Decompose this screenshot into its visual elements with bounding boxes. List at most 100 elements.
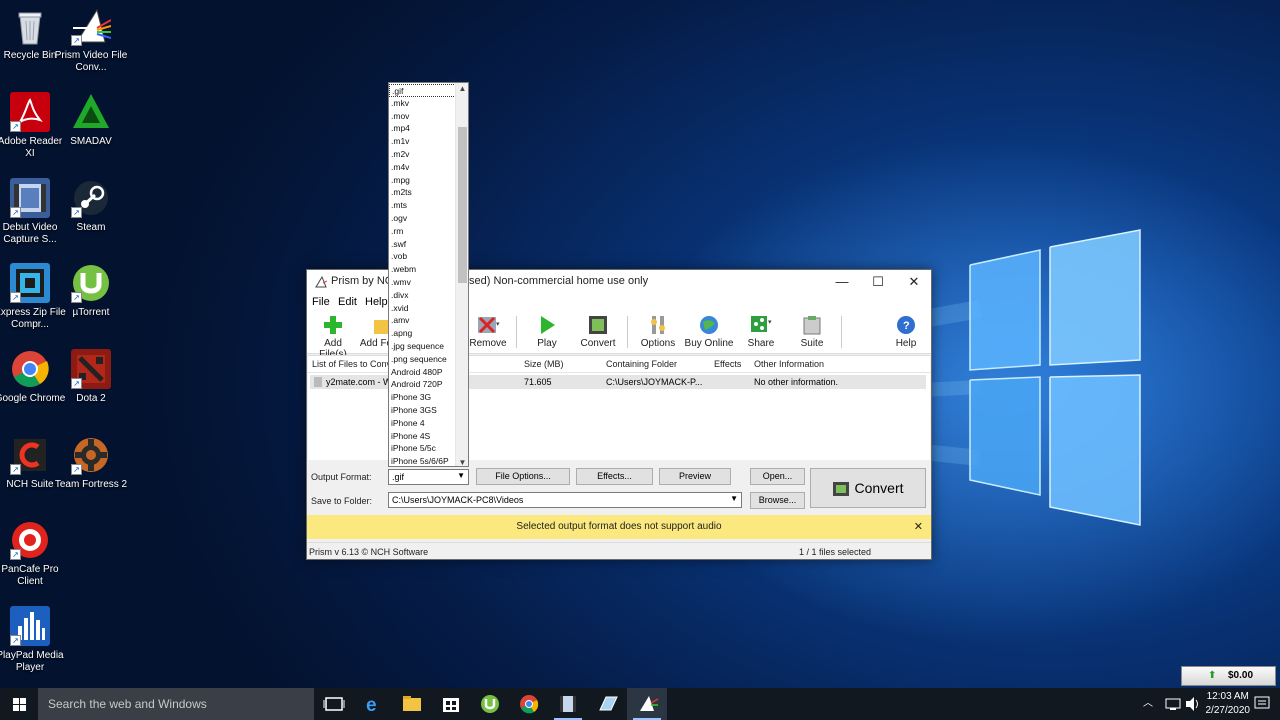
- dropdown-option[interactable]: iPhone 3GS: [391, 404, 437, 417]
- column-header-info[interactable]: Other Information: [754, 359, 824, 369]
- menu-help[interactable]: Help: [365, 296, 388, 308]
- dropdown-option[interactable]: .rm: [391, 225, 403, 238]
- arrow-up-icon: ⬆: [1208, 670, 1217, 681]
- output-format-select[interactable]: .gif ▼: [388, 469, 469, 485]
- open-button[interactable]: Open...: [750, 468, 805, 485]
- column-header-size[interactable]: Size (MB): [524, 359, 564, 369]
- action-center-tray[interactable]: [1250, 688, 1274, 720]
- dropdown-option[interactable]: iPhone 3G: [391, 391, 431, 404]
- dropdown-option[interactable]: .m2v: [391, 148, 409, 161]
- dropdown-option[interactable]: .wmv: [391, 276, 411, 289]
- options-label: Options: [640, 338, 676, 349]
- column-header-folder[interactable]: Containing Folder: [606, 359, 677, 369]
- close-button[interactable]: ✕: [896, 270, 932, 294]
- desktop-icon-pancafe[interactable]: ↗ PanCafe Pro Client: [0, 520, 67, 588]
- chevron-up-icon[interactable]: ▲: [456, 84, 468, 93]
- taskbar-prism[interactable]: [627, 688, 667, 720]
- suite-button[interactable]: Suite: [797, 314, 827, 349]
- format-notice-bar: Selected output format does not support …: [307, 515, 931, 539]
- taskbar-utorrent[interactable]: [470, 688, 510, 720]
- dropdown-option[interactable]: .mp4: [391, 122, 410, 135]
- dropdown-option[interactable]: .amv: [391, 314, 409, 327]
- taskbar-file-explorer[interactable]: [392, 688, 432, 720]
- desktop-icon-utorrent[interactable]: ↗ µTorrent: [54, 263, 128, 319]
- desktop-icon-dota2[interactable]: ↗ Dota 2: [54, 349, 128, 405]
- column-header-files[interactable]: List of Files to Conv: [312, 359, 391, 369]
- desktop-icon-steam[interactable]: ↗ Steam: [54, 178, 128, 234]
- preview-button[interactable]: Preview: [659, 468, 731, 485]
- buy-online-button[interactable]: Buy Online: [683, 314, 735, 349]
- dropdown-option[interactable]: .divx: [391, 289, 408, 302]
- taskbar-chrome[interactable]: [509, 688, 549, 720]
- dropdown-option[interactable]: .mts: [391, 199, 407, 212]
- dropdown-option[interactable]: .swf: [391, 238, 406, 251]
- toolbar-separator: [841, 316, 842, 348]
- taskbar-express-zip[interactable]: [588, 688, 628, 720]
- dropdown-option[interactable]: iPhone 4: [391, 417, 425, 430]
- task-view-button[interactable]: [314, 688, 354, 720]
- dropdown-option[interactable]: iPhone 4S: [391, 430, 430, 443]
- dropdown-option[interactable]: .webm: [391, 263, 416, 276]
- desktop-icon-prism[interactable]: ↗ Prism Video File Conv...: [54, 6, 128, 74]
- maximize-button[interactable]: ☐: [860, 270, 896, 294]
- dropdown-option[interactable]: .mpg: [391, 174, 410, 187]
- effects-button[interactable]: Effects...: [576, 468, 653, 485]
- network-tray[interactable]: [1163, 688, 1183, 720]
- desktop-icon-label: Adobe Reader XI: [0, 136, 63, 159]
- system-clock[interactable]: 12:03 AM 2/27/2020: [1206, 690, 1251, 718]
- chevron-down-icon[interactable]: ▼: [456, 458, 468, 466]
- dropdown-option[interactable]: .vob: [391, 250, 407, 263]
- desktop-icon-playpad[interactable]: ↗ PlayPad Media Player: [0, 606, 67, 674]
- volume-tray[interactable]: [1183, 688, 1203, 720]
- convert-button[interactable]: Convert: [810, 468, 926, 508]
- dropdown-option[interactable]: .mkv: [391, 97, 409, 110]
- help-button[interactable]: ? Help: [891, 314, 921, 349]
- dropdown-option[interactable]: .m2ts: [391, 186, 412, 199]
- taskbar-edge[interactable]: e: [354, 688, 394, 720]
- search-box[interactable]: Search the web and Windows: [38, 688, 314, 720]
- taskbar-debut[interactable]: [548, 688, 588, 720]
- add-files-button[interactable]: Add File(s): [309, 314, 357, 360]
- dropdown-option[interactable]: .ogv: [391, 212, 407, 225]
- dropdown-option[interactable]: .gif: [389, 84, 456, 97]
- share-button[interactable]: ▾ Share: [743, 314, 779, 349]
- share-icon: ▾: [749, 314, 773, 336]
- dropdown-option[interactable]: .jpg sequence: [391, 340, 444, 353]
- column-header-effects[interactable]: Effects: [714, 359, 741, 369]
- money-widget[interactable]: ⬆ $0.00: [1181, 666, 1276, 686]
- dropdown-option[interactable]: iPhone 5s/6/6P: [391, 455, 449, 466]
- taskbar-store[interactable]: [431, 688, 471, 720]
- options-button[interactable]: Options: [638, 314, 678, 349]
- dropdown-option[interactable]: .xvid: [391, 302, 408, 315]
- remove-button[interactable]: ▾ Remove: [469, 314, 507, 349]
- menu-edit[interactable]: Edit: [338, 296, 357, 308]
- dropdown-option[interactable]: .mov: [391, 110, 409, 123]
- dropdown-option[interactable]: iPhone 5/5c: [391, 442, 436, 455]
- play-button[interactable]: Play: [531, 314, 563, 349]
- show-hidden-icons[interactable]: ︿: [1143, 688, 1163, 720]
- desktop-icon-team-fortress[interactable]: ↗ Team Fortress 2: [54, 435, 128, 491]
- store-icon: [443, 698, 459, 712]
- convert-toolbar-button[interactable]: Convert: [578, 314, 618, 349]
- save-to-folder-select[interactable]: C:\Users\JOYMACK-PC8\Videos ▼: [388, 492, 742, 508]
- file-options-button[interactable]: File Options...: [476, 468, 570, 485]
- dropdown-option[interactable]: .m1v: [391, 135, 409, 148]
- dropdown-scrollbar[interactable]: ▲ ▼: [455, 83, 468, 466]
- output-format-dropdown[interactable]: .gif .mkv .mov .mp4 .m1v .m2v .m4v .mpg .m2ts .mt…: [388, 82, 469, 467]
- desktop-icon-label: Debut Video Capture S...: [2, 222, 58, 245]
- menu-file[interactable]: File: [312, 296, 330, 308]
- dropdown-option[interactable]: .apng: [391, 327, 412, 340]
- dropdown-option[interactable]: Android 720P: [391, 378, 443, 391]
- scrollbar-thumb[interactable]: [458, 127, 467, 283]
- browse-button[interactable]: Browse...: [750, 492, 805, 509]
- minimize-button[interactable]: —: [824, 270, 860, 294]
- svg-text:e: e: [366, 695, 377, 716]
- convert-button-label: Convert: [854, 480, 904, 496]
- start-button[interactable]: [0, 688, 38, 720]
- dropdown-option[interactable]: Android 480P: [391, 366, 443, 379]
- desktop-icon-smadav[interactable]: SMADAV: [54, 92, 128, 148]
- dropdown-option[interactable]: .png sequence: [391, 353, 447, 366]
- dropdown-option[interactable]: .m4v: [391, 161, 409, 174]
- close-icon[interactable]: ✕: [914, 515, 923, 539]
- film-convert-icon: [833, 482, 850, 497]
